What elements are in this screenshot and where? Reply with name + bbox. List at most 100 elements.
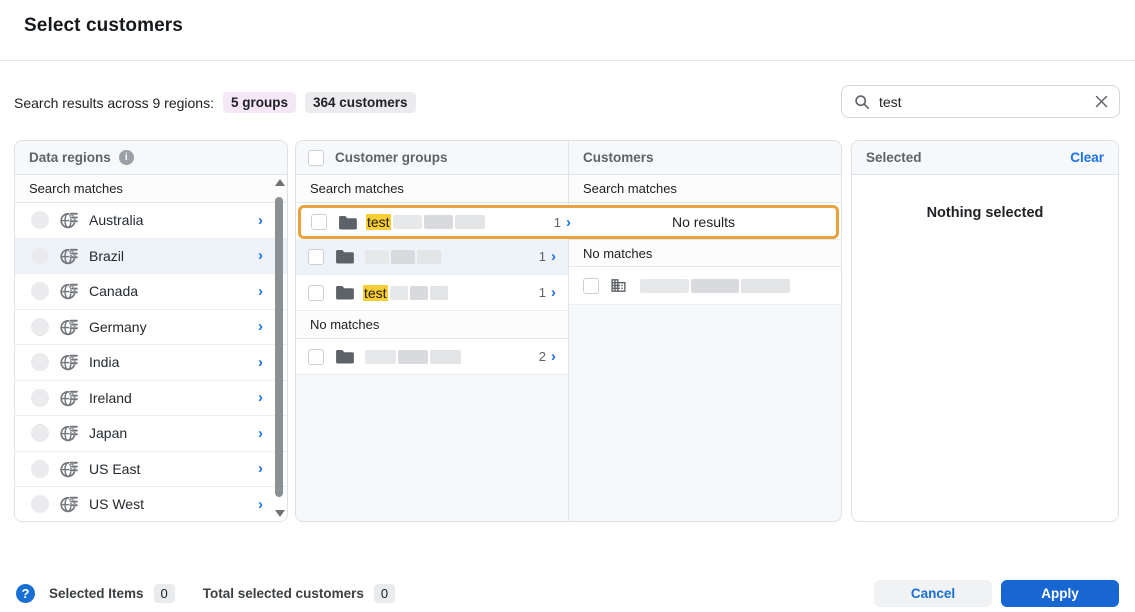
radio-button[interactable] [31,211,49,229]
region-name: US West [89,496,258,512]
chevron-right-icon[interactable]: › [258,390,263,405]
chevron-right-icon[interactable]: › [258,284,263,299]
selected-title: Selected [866,150,922,165]
globe-icon [59,388,79,408]
cancel-button[interactable]: Cancel [874,580,992,607]
region-row[interactable]: Canada› [15,274,287,310]
scroll-down-icon[interactable] [275,510,285,517]
radio-button[interactable] [31,389,49,407]
total-customers-label: Total selected customers [203,586,364,601]
toolbar: Search results across 9 regions: 5 group… [0,61,1135,139]
regions-section-label: Search matches [15,175,287,203]
groups-nomatch-label: No matches [296,311,568,339]
region-row[interactable]: Australia› [15,203,287,239]
select-all-groups-checkbox[interactable] [308,150,324,166]
customer-row[interactable] [569,267,841,305]
radio-button[interactable] [31,460,49,478]
data-regions-panel: Data regions i Search matches Australia›… [14,140,288,522]
region-name: Brazil [89,248,258,264]
region-name: Japan [89,425,258,441]
group-checkbox[interactable] [308,285,324,301]
chevron-right-icon[interactable]: › [258,319,263,334]
chevron-right-icon[interactable]: › [551,349,556,364]
selected-items-label: Selected Items [49,586,144,601]
region-name: Ireland [89,390,258,406]
region-row[interactable]: India› [15,345,287,381]
scrollbar-thumb[interactable] [275,197,283,497]
group-count: 2 [539,349,546,364]
region-list: Australia›Brazil›Canada›Germany›India›Ir… [15,203,287,522]
clear-button[interactable]: Clear [1070,150,1104,165]
no-results-text: No results [571,214,836,230]
region-row[interactable]: Japan› [15,416,287,452]
selected-panel: Selected Clear Nothing selected [851,140,1119,522]
customer-checkbox[interactable] [583,278,599,294]
data-regions-header: Data regions i [15,141,287,175]
group-row[interactable]: 2› [296,339,568,375]
data-regions-title: Data regions [29,150,111,165]
middle-header: Customer groups Customers [296,141,841,175]
group-row[interactable]: 1› [296,239,568,275]
search-box[interactable] [841,85,1120,118]
group-row[interactable]: test 1 › [311,214,571,230]
globe-icon [59,210,79,230]
clear-search-icon[interactable] [1094,94,1109,109]
apply-button[interactable]: Apply [1001,580,1119,607]
radio-button[interactable] [31,353,49,371]
chevron-right-icon[interactable]: › [258,213,263,228]
region-name: Australia [89,212,258,228]
building-icon [610,278,629,294]
region-row[interactable]: US East› [15,452,287,488]
customer-groups-title: Customer groups [335,150,448,165]
chevron-right-icon[interactable]: › [258,248,263,263]
customer-groups-header: Customer groups [296,141,569,174]
groups-count-badge: 5 groups [223,92,296,113]
groups-section-label: Search matches [296,175,568,203]
group-count: 1 [554,215,561,230]
group-checkbox[interactable] [311,214,327,230]
selected-items-count: 0 [154,584,175,603]
folder-icon [335,285,354,301]
globe-icon [59,352,79,372]
groups-customers-panel: Customer groups Customers Search matches… [295,140,842,522]
group-row[interactable]: test1› [296,275,568,311]
redacted-text [640,279,790,293]
customers-title: Customers [583,150,654,165]
chevron-right-icon[interactable]: › [258,355,263,370]
chevron-right-icon[interactable]: › [258,497,263,512]
radio-button[interactable] [31,495,49,513]
nothing-selected-text: Nothing selected [852,205,1118,221]
region-name: Canada [89,283,258,299]
chevron-right-icon[interactable]: › [258,426,263,441]
chevron-right-icon[interactable]: › [551,285,556,300]
radio-button[interactable] [31,247,49,265]
focused-result-row[interactable]: test 1 › No results [298,205,839,239]
group-checkbox[interactable] [308,249,324,265]
chevron-right-icon[interactable]: › [258,461,263,476]
search-input[interactable] [879,94,1094,110]
scroll-up-icon[interactable] [275,179,285,186]
help-icon[interactable]: ? [16,584,35,603]
selected-header: Selected Clear [852,141,1118,175]
customers-nomatch-label: No matches [569,239,841,267]
radio-button[interactable] [31,318,49,336]
globe-icon [59,246,79,266]
footer: ? Selected Items 0 Total selected custom… [0,575,1135,612]
region-row[interactable]: US West› [15,487,287,522]
region-row[interactable]: Germany› [15,310,287,346]
radio-button[interactable] [31,424,49,442]
group-checkbox[interactable] [308,349,324,365]
region-row[interactable]: Ireland› [15,381,287,417]
globe-icon [59,423,79,443]
info-icon[interactable]: i [119,150,134,165]
globe-icon [59,281,79,301]
customers-header: Customers [569,150,841,165]
region-name: Germany [89,319,258,335]
globe-icon [59,494,79,514]
chevron-right-icon[interactable]: › [551,249,556,264]
search-summary: Search results across 9 regions: 5 group… [14,92,416,113]
region-row[interactable]: Brazil› [15,239,287,275]
scrollbar[interactable] [274,179,285,517]
folder-icon [335,349,354,365]
radio-button[interactable] [31,282,49,300]
